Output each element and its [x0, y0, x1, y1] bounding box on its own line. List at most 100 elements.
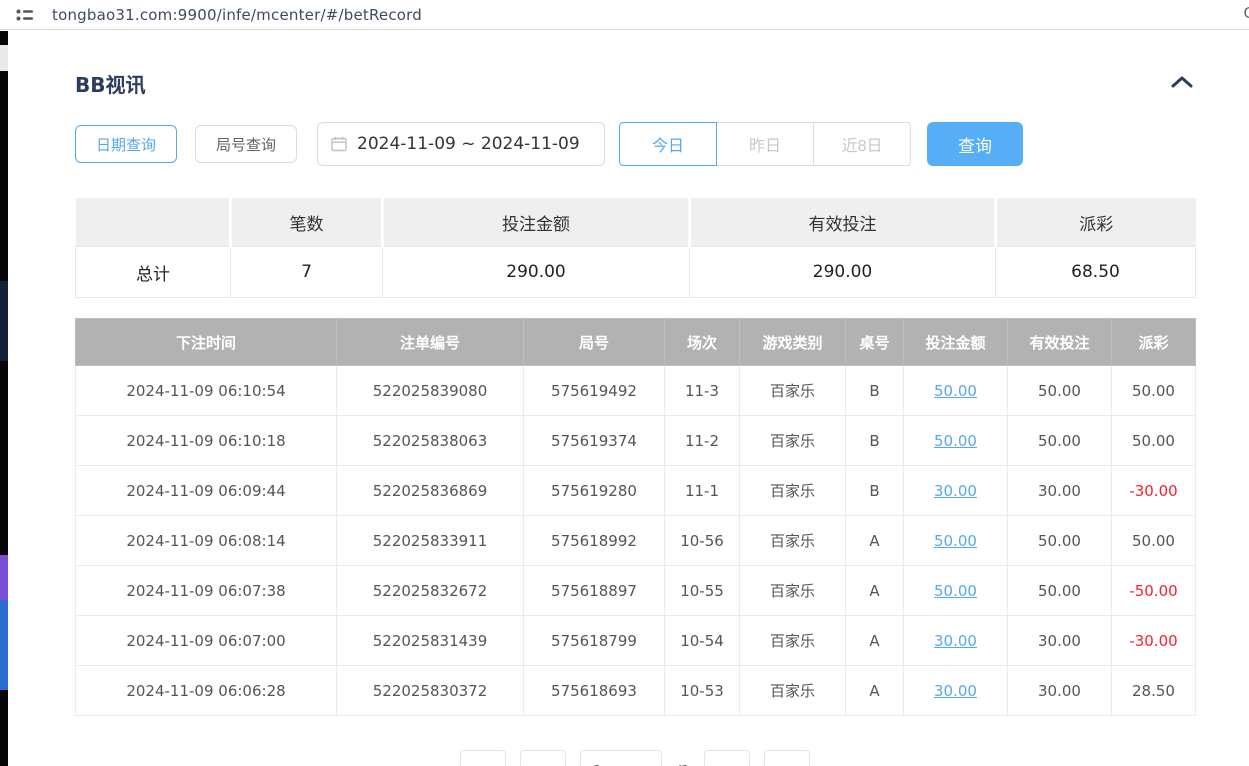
- strip-segment: [0, 281, 8, 361]
- bet-table-column-header: 桌号: [846, 319, 904, 366]
- bet-table-cell: 28.50: [1112, 666, 1196, 716]
- last-8-days-button[interactable]: 近8日: [813, 122, 911, 166]
- yesterday-button[interactable]: 昨日: [716, 122, 814, 166]
- round-query-tab[interactable]: 局号查询: [195, 125, 297, 163]
- bet-table-cell: 10-56: [665, 516, 740, 566]
- bet-table-cell: 百家乐: [740, 566, 846, 616]
- bet-table-cell: 522025839080: [337, 366, 524, 416]
- bet-record-row: 2024-11-09 06:07:00522025831439575618799…: [76, 616, 1196, 666]
- bet-table-cell: 522025838063: [337, 416, 524, 466]
- bet-table-cell: 30.00: [1008, 666, 1112, 716]
- bet-amount-cell: 30.00: [904, 666, 1008, 716]
- bet-table-cell: 50.00: [1008, 566, 1112, 616]
- bet-table-column-header: 局号: [524, 319, 665, 366]
- summary-header-payout: 派彩: [996, 198, 1196, 247]
- bet-table-cell: 575619374: [524, 416, 665, 466]
- last-page-button[interactable]: ▶▶: [764, 750, 810, 766]
- bet-table-cell: 50.00: [1008, 416, 1112, 466]
- bet-table-column-header: 下注时间: [76, 319, 337, 366]
- bet-table-cell: 百家乐: [740, 466, 846, 516]
- date-range-value: 2024-11-09 ~ 2024-11-09: [357, 134, 580, 154]
- summary-valid-bet-value: 290.00: [690, 247, 996, 298]
- collapse-button[interactable]: [1169, 73, 1195, 94]
- bet-table-cell: 11-2: [665, 416, 740, 466]
- bet-table-cell: 2024-11-09 06:06:28: [76, 666, 337, 716]
- total-pages-label: /1: [676, 762, 691, 766]
- bet-amount-link[interactable]: 30.00: [934, 482, 977, 500]
- address-bar-clipped-text: C: [1244, 4, 1249, 22]
- date-range-input[interactable]: 2024-11-09 ~ 2024-11-09: [317, 122, 605, 166]
- bet-amount-link[interactable]: 30.00: [934, 632, 977, 650]
- bet-amount-cell: 50.00: [904, 566, 1008, 616]
- bet-table-column-header: 派彩: [1112, 319, 1196, 366]
- bet-table-cell: A: [846, 616, 904, 666]
- search-button[interactable]: 查询: [927, 122, 1023, 166]
- strip-segment: [0, 555, 8, 600]
- bet-table-cell: 50.00: [1112, 516, 1196, 566]
- filter-row: 日期查询 局号查询 2024-11-09 ~ 2024-11-09 今日 昨日 …: [75, 122, 1195, 166]
- summary-header-empty: [76, 198, 231, 247]
- bet-table-cell: 10-55: [665, 566, 740, 616]
- bet-amount-link[interactable]: 50.00: [934, 582, 977, 600]
- today-button[interactable]: 今日: [619, 122, 717, 166]
- bet-table-cell: 30.00: [1008, 466, 1112, 516]
- bet-table-column-header: 场次: [665, 319, 740, 366]
- bet-table-cell: 522025833911: [337, 516, 524, 566]
- bet-table-cell: 30.00: [1008, 616, 1112, 666]
- bet-amount-cell: 30.00: [904, 616, 1008, 666]
- bet-amount-cell: 50.00: [904, 416, 1008, 466]
- bet-table-cell: 百家乐: [740, 366, 846, 416]
- bet-record-row: 2024-11-09 06:10:18522025838063575619374…: [76, 416, 1196, 466]
- page-title: BB视讯: [75, 69, 146, 98]
- page-select[interactable]: 1: [580, 750, 662, 766]
- browser-address-bar[interactable]: tongbao31.com:9900/infe/mcenter/#/betRec…: [0, 0, 1249, 30]
- bet-record-row: 2024-11-09 06:09:44522025836869575619280…: [76, 466, 1196, 516]
- bet-table-cell: -30.00: [1112, 466, 1196, 516]
- bet-table-cell: 百家乐: [740, 416, 846, 466]
- bet-amount-link[interactable]: 30.00: [934, 682, 977, 700]
- url-text[interactable]: tongbao31.com:9900/infe/mcenter/#/betRec…: [52, 6, 422, 24]
- bet-table-cell: 百家乐: [740, 666, 846, 716]
- bet-table-cell: 522025831439: [337, 616, 524, 666]
- date-query-tab[interactable]: 日期查询: [75, 125, 177, 163]
- bet-table-header-row: 下注时间注单编号局号场次游戏类别桌号投注金额有效投注派彩: [76, 319, 1196, 366]
- bet-table-cell: A: [846, 516, 904, 566]
- content-panel: BB视讯 日期查询 局号查询: [8, 31, 1249, 766]
- screen: tongbao31.com:9900/infe/mcenter/#/betRec…: [0, 0, 1249, 766]
- summary-table: 笔数 投注金额 有效投注 派彩 总计 7 290.00 290.00 68.50: [75, 198, 1196, 298]
- bet-table-cell: 2024-11-09 06:08:14: [76, 516, 337, 566]
- panel-header: BB视讯: [75, 69, 1195, 98]
- bet-amount-link[interactable]: 50.00: [934, 432, 977, 450]
- summary-payout-value: 68.50: [996, 247, 1196, 298]
- bet-record-row: 2024-11-09 06:08:14522025833911575618992…: [76, 516, 1196, 566]
- bet-amount-cell: 50.00: [904, 516, 1008, 566]
- strip-segment: [0, 45, 8, 71]
- summary-header-count: 笔数: [231, 198, 383, 247]
- first-page-button[interactable]: ◀◀: [460, 750, 506, 766]
- previous-page-button[interactable]: ◀: [520, 750, 566, 766]
- next-page-button[interactable]: ▶: [704, 750, 750, 766]
- bet-table-cell: A: [846, 566, 904, 616]
- bet-table-body: 2024-11-09 06:10:54522025839080575619492…: [76, 366, 1196, 716]
- bet-table-cell: -30.00: [1112, 616, 1196, 666]
- summary-header-valid-bet: 有效投注: [690, 198, 996, 247]
- bet-table-cell: A: [846, 666, 904, 716]
- bet-table-cell: 2024-11-09 06:10:18: [76, 416, 337, 466]
- bet-table-cell: 50.00: [1008, 366, 1112, 416]
- bet-amount-link[interactable]: 50.00: [934, 382, 977, 400]
- bet-table-cell: 11-3: [665, 366, 740, 416]
- bet-table-cell: 575618992: [524, 516, 665, 566]
- bet-table-column-header: 投注金额: [904, 319, 1008, 366]
- bet-table-cell: -50.00: [1112, 566, 1196, 616]
- chevron-up-icon: [1171, 75, 1193, 92]
- address-bar-list-icon[interactable]: [16, 9, 34, 21]
- bet-record-row: 2024-11-09 06:06:28522025830372575618693…: [76, 666, 1196, 716]
- bet-table-cell: 50.00: [1008, 516, 1112, 566]
- bet-table-cell: 百家乐: [740, 616, 846, 666]
- bet-table-cell: 575619280: [524, 466, 665, 516]
- bet-table-cell: 50.00: [1112, 416, 1196, 466]
- bet-table-cell: 50.00: [1112, 366, 1196, 416]
- bet-table-cell: B: [846, 466, 904, 516]
- bet-amount-link[interactable]: 50.00: [934, 532, 977, 550]
- bet-table-cell: 2024-11-09 06:10:54: [76, 366, 337, 416]
